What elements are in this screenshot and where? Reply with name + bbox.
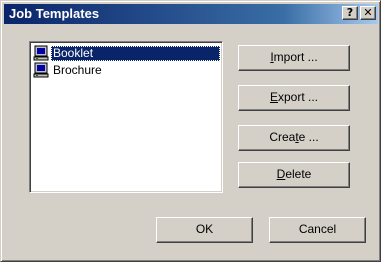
help-icon: ? xyxy=(346,6,354,19)
list-item-label: Booklet xyxy=(51,45,220,61)
computer-icon xyxy=(33,45,49,61)
create-button[interactable]: Create ... xyxy=(238,125,350,151)
create-label-pre: Crea xyxy=(269,130,296,144)
list-item-label: Brochure xyxy=(53,62,102,77)
import-button[interactable]: Import ... xyxy=(238,45,350,71)
close-button[interactable]: ✕ xyxy=(360,6,376,20)
computer-icon xyxy=(33,62,49,78)
ok-button[interactable]: OK xyxy=(156,217,253,243)
delete-label-post: elete xyxy=(285,167,312,181)
create-label-post: e ... xyxy=(298,130,319,144)
cancel-button[interactable]: Cancel xyxy=(269,217,366,243)
dialog-title: Job Templates xyxy=(9,6,100,21)
close-icon: ✕ xyxy=(363,6,373,19)
export-accelerator: E xyxy=(269,90,278,104)
job-templates-dialog: Job Templates ? ✕ Booklet Brochure Impor… xyxy=(0,0,381,262)
export-button[interactable]: Export ... xyxy=(238,85,350,111)
export-label-post: xport ... xyxy=(278,90,319,104)
list-item-booklet[interactable]: Booklet xyxy=(32,45,220,61)
templates-list[interactable]: Booklet Brochure xyxy=(29,41,223,193)
help-button[interactable]: ? xyxy=(342,6,358,20)
title-bar[interactable]: Job Templates ? ✕ xyxy=(4,4,378,24)
delete-button[interactable]: Delete xyxy=(238,162,350,188)
list-item-brochure[interactable]: Brochure xyxy=(32,62,220,78)
import-label-post: mport ... xyxy=(273,50,318,64)
delete-accelerator: D xyxy=(276,167,286,181)
